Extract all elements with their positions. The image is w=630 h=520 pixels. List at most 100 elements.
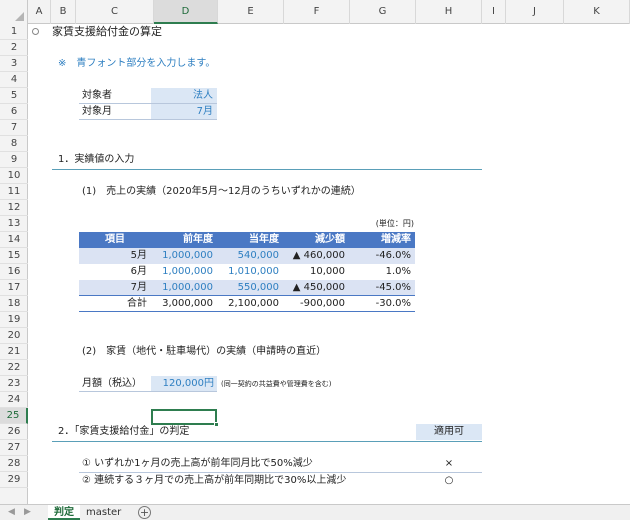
row-header[interactable]: 28 [0, 456, 28, 472]
row-header[interactable]: 1 [0, 24, 28, 40]
row-header[interactable]: 15 [0, 248, 28, 264]
fill-handle[interactable] [214, 422, 219, 427]
select-all-triangle-icon [15, 12, 24, 21]
judge-header-cell: 適用可 [416, 424, 482, 440]
table-header-prev-year: 前年度 [183, 234, 213, 245]
rent-note: (同一契約の共益費や管理費を含む) [221, 380, 332, 388]
row-header-selected[interactable]: 25 [0, 408, 28, 424]
row-header[interactable]: 20 [0, 328, 28, 344]
table-header-rate: 増減率 [381, 234, 411, 245]
row-header[interactable]: 29 [0, 472, 28, 488]
row-header[interactable]: 16 [0, 264, 28, 280]
scroll-tabs-left-icon[interactable]: ◀ [8, 505, 15, 520]
cell-grid[interactable]: 家賃支援給付金の算定 ※ 青フォント部分を入力します。 対象者 法人 対象月 7… [28, 24, 630, 504]
rent-label: 月額（税込） [79, 376, 151, 392]
row-header[interactable]: 17 [0, 280, 28, 296]
table-cell-total-prev: 3,000,000 [162, 298, 213, 309]
table-header-row: 項目 前年度 当年度 減少額 増減率 [79, 232, 415, 248]
condition-1: ① いずれか1ヶ月の売上高が前年同月比で50%減少 [82, 458, 313, 469]
row-header[interactable]: 26 [0, 424, 28, 440]
row-header[interactable]: 13 [0, 216, 28, 232]
table-row: 5月 1,000,000 540,000 ▲ 460,000 -46.0% [79, 248, 415, 264]
column-header-k[interactable]: K [564, 0, 630, 24]
table-row: 7月 1,000,000 550,000 ▲ 450,000 -45.0% [79, 280, 415, 296]
unit-label: (単位：円) [375, 219, 414, 228]
table-cell-decrease: ▲ 450,000 [292, 282, 345, 293]
row-header[interactable]: 12 [0, 200, 28, 216]
row-header[interactable]: 24 [0, 392, 28, 408]
active-cell-selection[interactable] [151, 409, 219, 427]
scroll-tabs-right-icon[interactable]: ▶ [24, 505, 31, 520]
column-header-a[interactable]: A [28, 0, 51, 24]
record-circle-icon [32, 28, 39, 35]
target-value-cell[interactable]: 法人 [151, 88, 217, 104]
table-cell-prev[interactable]: 1,000,000 [151, 248, 217, 264]
condition-1-result: × [444, 458, 454, 469]
table-cell-curr[interactable]: 1,010,000 [217, 264, 283, 280]
row-header[interactable]: 7 [0, 120, 28, 136]
month-label: 対象月 [79, 104, 151, 120]
table-cell-total-curr: 2,100,000 [228, 298, 279, 309]
table-row: 6月 1,000,000 1,010,000 10,000 1.0% [79, 264, 415, 280]
table-total-row: 合計 3,000,000 2,100,000 -900,000 -30.0% [79, 296, 415, 312]
row-header[interactable]: 22 [0, 360, 28, 376]
row-header[interactable]: 9 [0, 152, 28, 168]
row-header[interactable]: 11 [0, 184, 28, 200]
table-header-curr-year: 当年度 [249, 234, 279, 245]
row-header[interactable]: 21 [0, 344, 28, 360]
sheet-tab-judgement[interactable]: 判定 [48, 505, 80, 520]
table-cell-total-label: 合計 [127, 298, 147, 309]
section-2-heading: 2．「家賃支援給付金」の判定 [58, 426, 190, 437]
row-header[interactable]: 8 [0, 136, 28, 152]
row-header[interactable]: 23 [0, 376, 28, 392]
section-1-underline [52, 169, 482, 170]
table-cell-prev[interactable]: 1,000,000 [151, 264, 217, 280]
column-header-i[interactable]: I [482, 0, 506, 24]
row-header[interactable]: 5 [0, 88, 28, 104]
table-cell-curr[interactable]: 550,000 [217, 280, 283, 296]
table-cell-curr[interactable]: 540,000 [217, 248, 283, 264]
section-2-underline [52, 441, 482, 442]
table-cell-decrease: 10,000 [310, 266, 345, 277]
row-header[interactable]: 19 [0, 312, 28, 328]
table-cell-rate: -45.0% [375, 282, 411, 293]
column-header-e[interactable]: E [218, 0, 284, 24]
table-cell-month: 6月 [130, 266, 147, 277]
table-header-item: 項目 [105, 234, 125, 245]
table-cell-total-rate: -30.0% [375, 298, 411, 309]
table-cell-rate: -46.0% [375, 250, 411, 261]
row-header[interactable]: 4 [0, 72, 28, 88]
column-header-j[interactable]: J [506, 0, 564, 24]
add-sheet-icon[interactable]: + [138, 506, 151, 519]
condition-2: ② 連続する３ヶ月での売上高が前年同期比で30%以上減少 [82, 475, 347, 486]
row-header[interactable]: 27 [0, 440, 28, 456]
column-header-b[interactable]: B [51, 0, 76, 24]
table-cell-total-decrease: -900,000 [300, 298, 345, 309]
row-header[interactable]: 2 [0, 40, 28, 56]
sheet-tab-bar: ◀ ▶ 判定 master + [0, 504, 630, 520]
rent-value-cell[interactable]: 120,000円 [151, 376, 217, 392]
table-header-decrease: 減少額 [315, 234, 345, 245]
sheet-tab-master[interactable]: master [80, 505, 127, 520]
column-header-h[interactable]: H [416, 0, 482, 24]
row-header[interactable]: 14 [0, 232, 28, 248]
row-header[interactable]: 10 [0, 168, 28, 184]
row-header[interactable]: 18 [0, 296, 28, 312]
column-header-g[interactable]: G [350, 0, 416, 24]
row-header[interactable]: 3 [0, 56, 28, 72]
row-header[interactable]: 6 [0, 104, 28, 120]
column-header-d[interactable]: D [154, 0, 218, 24]
row-header-bar: 1 2 3 4 5 6 7 8 9 10 11 12 13 14 15 16 1… [0, 24, 28, 504]
section-1-heading: 1．実績値の入力 [58, 154, 135, 165]
sales-subheading: (1) 売上の実績（2020年5月～12月のうちいずれかの連続） [82, 186, 361, 197]
table-cell-month: 5月 [130, 250, 147, 261]
select-all-corner[interactable] [0, 0, 28, 24]
month-value-cell[interactable]: 7月 [151, 104, 217, 120]
sheet-title: 家賃支援給付金の算定 [52, 25, 162, 38]
column-header-c[interactable]: C [76, 0, 154, 24]
input-note: ※ 青フォント部分を入力します。 [58, 58, 216, 69]
column-header-f[interactable]: F [284, 0, 350, 24]
table-cell-rate: 1.0% [385, 266, 411, 277]
spreadsheet: A B C D E F G H I J K 1 2 3 4 5 6 7 8 9 … [0, 0, 630, 520]
table-cell-prev[interactable]: 1,000,000 [151, 280, 217, 296]
